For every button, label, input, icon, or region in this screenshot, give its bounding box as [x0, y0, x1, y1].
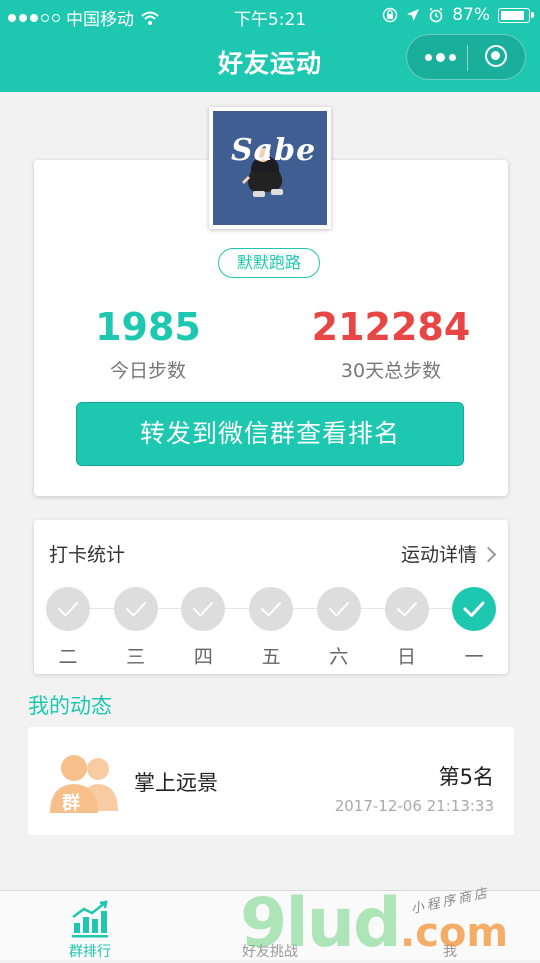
- dynamics-timestamp: 2017-12-06 21:13:33: [334, 797, 494, 815]
- checkin-title: 打卡统计: [49, 544, 126, 566]
- more-icon[interactable]: [425, 53, 456, 62]
- tab-friend-challenge[interactable]: 好友挑战: [180, 891, 360, 961]
- checkin-card: 打卡统计 运动详情 二 三 四 五 六 日 一: [34, 520, 508, 674]
- month-steps-label: 30天总步数: [340, 360, 442, 382]
- checkin-day-label: 三: [126, 646, 146, 668]
- tab-friend-challenge-label: 好友挑战: [242, 944, 298, 960]
- checkin-day-done: [452, 587, 497, 631]
- battery-percent: 87%: [452, 5, 490, 25]
- checkmark-icon: [261, 602, 282, 617]
- tab-group-ranking[interactable]: 群排行: [0, 891, 180, 961]
- checkmark-icon: [328, 602, 349, 617]
- checkmark-icon: [396, 602, 417, 617]
- checkin-day: [316, 587, 361, 631]
- tab-me-label: 我: [443, 944, 457, 960]
- today-steps-value: 1985: [95, 305, 201, 349]
- avatar-text: Sabe: [231, 133, 317, 168]
- group-name: 掌上远景: [134, 771, 218, 795]
- group-icon-text: 群: [62, 793, 80, 814]
- tab-me[interactable]: 我: [360, 891, 540, 961]
- month-steps-value: 212284: [311, 305, 471, 349]
- close-miniprogram-icon[interactable]: [485, 45, 507, 67]
- tab-group-ranking-label: 群排行: [69, 944, 111, 960]
- checkin-day: [181, 587, 226, 631]
- dynamics-item[interactable]: 群 掌上远景 第5名 2017-12-06 21:13:33: [28, 727, 514, 835]
- checkin-day-label: 六: [329, 646, 349, 668]
- rotation-lock-icon: [382, 7, 398, 23]
- nickname-badge: 默默跑路: [218, 248, 320, 278]
- checkmark-icon: [463, 601, 485, 617]
- avatar-illustration: [213, 111, 327, 225]
- avatar[interactable]: Sabe: [209, 107, 331, 229]
- checkin-day: [384, 587, 429, 631]
- share-to-group-button[interactable]: 转发到微信群查看排名: [76, 402, 464, 466]
- exercise-detail-link[interactable]: 运动详情: [400, 540, 497, 567]
- checkin-day-label: 一: [464, 646, 484, 668]
- checkin-day-label: 四: [193, 646, 213, 668]
- location-icon: [407, 9, 420, 21]
- today-steps-label: 今日步数: [109, 360, 186, 382]
- checkin-day: [46, 587, 90, 631]
- checkmark-icon: [125, 602, 146, 617]
- chevron-right-icon: [480, 546, 497, 562]
- alarm-icon: [429, 7, 443, 23]
- battery-icon: [498, 7, 534, 23]
- checkin-day-label: 二: [58, 646, 78, 668]
- checkin-day-label: 日: [396, 646, 416, 668]
- dynamics-title: 我的动态: [28, 694, 112, 718]
- checkin-day-label: 五: [261, 646, 281, 668]
- checkin-day: [249, 587, 294, 631]
- capsule-divider: [467, 45, 468, 71]
- miniprogram-capsule: [406, 34, 526, 80]
- nav-bar: 好友运动: [0, 30, 540, 92]
- checkin-day: [113, 587, 158, 631]
- checkmark-icon: [193, 602, 214, 617]
- tab-bar: 群排行 好友挑战 我: [0, 890, 540, 960]
- ranking-chart-icon: [72, 900, 108, 938]
- status-bar: 中国移动 下午5:21 87%: [0, 0, 540, 30]
- group-icon: [50, 755, 118, 813]
- group-rank: 第5名: [438, 765, 494, 789]
- exercise-detail-label: 运动详情: [400, 544, 477, 566]
- checkmark-icon: [58, 602, 78, 617]
